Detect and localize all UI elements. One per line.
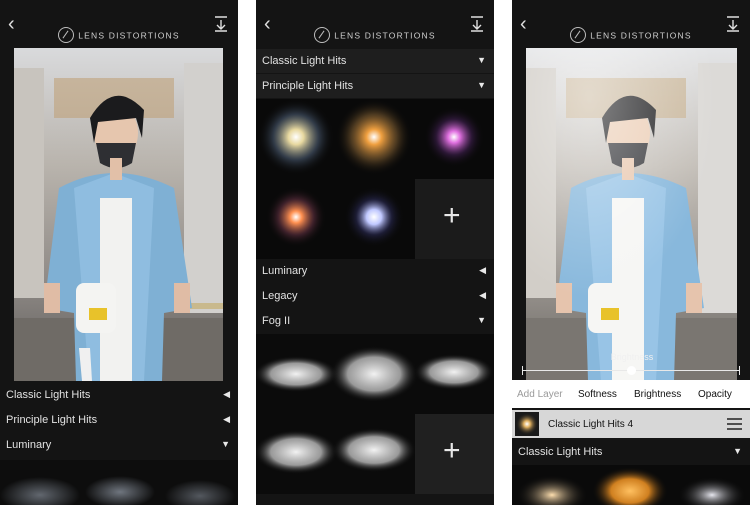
top-bar: ‹ LENS DISTORTIONS bbox=[512, 0, 750, 50]
category-label: Principle Light Hits bbox=[262, 80, 354, 92]
category-row[interactable]: Legacy ◀ bbox=[256, 284, 494, 308]
app-title: LENS DISTORTIONS bbox=[256, 27, 494, 44]
photo-canvas[interactable] bbox=[14, 48, 223, 381]
effect-thumbnail[interactable] bbox=[424, 107, 484, 167]
brightness-slider-thumb[interactable] bbox=[626, 366, 636, 375]
tab-opacity[interactable]: Opacity bbox=[698, 389, 732, 400]
category-label: Principle Light Hits bbox=[6, 414, 98, 426]
plus-icon[interactable]: + bbox=[443, 199, 461, 233]
effect-thumbnails[interactable] bbox=[0, 460, 238, 505]
category-label: Classic Light Hits bbox=[518, 446, 603, 458]
category-row[interactable]: Fog II ▼ bbox=[256, 309, 494, 333]
category-label: Classic Light Hits bbox=[262, 55, 347, 67]
download-icon[interactable] bbox=[470, 16, 484, 32]
plus-icon[interactable]: + bbox=[443, 434, 461, 468]
collapse-arrow-icon: ◀ bbox=[479, 290, 486, 300]
expand-arrow-icon: ▼ bbox=[477, 315, 486, 325]
slider-tick bbox=[739, 366, 740, 375]
effect-thumbnail[interactable] bbox=[336, 99, 412, 175]
category-label: Legacy bbox=[262, 290, 298, 302]
fog-grid: + bbox=[256, 334, 494, 494]
expand-arrow-icon: ▼ bbox=[477, 80, 486, 90]
effect-thumbnail[interactable] bbox=[256, 356, 338, 392]
collapse-arrow-icon: ◀ bbox=[223, 414, 230, 424]
effect-thumbnail[interactable] bbox=[344, 187, 404, 247]
collapse-arrow-icon: ◀ bbox=[223, 389, 230, 399]
tab-brightness[interactable]: Brightness bbox=[634, 389, 681, 400]
app-title-text: LENS DISTORTIONS bbox=[590, 30, 692, 41]
layer-name: Classic Light Hits 4 bbox=[548, 419, 634, 430]
effect-thumbnail[interactable] bbox=[414, 354, 494, 390]
lens-distortions-logo-icon bbox=[570, 27, 587, 43]
category-row[interactable]: Principle Light Hits ▼ bbox=[256, 74, 494, 98]
tab-add-layer[interactable]: Add Layer bbox=[517, 389, 563, 400]
app-title-text: LENS DISTORTIONS bbox=[334, 30, 436, 41]
category-label: Luminary bbox=[6, 439, 52, 451]
slider-tick bbox=[522, 366, 523, 375]
download-icon[interactable] bbox=[726, 16, 740, 32]
slider-label: Brightness bbox=[610, 352, 654, 362]
layer-thumbnail bbox=[515, 412, 539, 436]
hamburger-menu-icon[interactable] bbox=[727, 418, 742, 430]
category-row[interactable]: Classic Light Hits ▼ bbox=[512, 440, 750, 464]
screen-main-editor: ‹ LENS DISTORTIONS Classic Light Hits ◀ … bbox=[0, 0, 238, 505]
category-label: Classic Light Hits bbox=[6, 389, 91, 401]
lens-distortions-logo-icon bbox=[58, 27, 75, 43]
effect-thumbnail[interactable] bbox=[330, 346, 418, 402]
category-row[interactable]: Classic Light Hits ▼ bbox=[256, 49, 494, 73]
expand-arrow-icon: ▼ bbox=[477, 55, 486, 65]
effect-thumbnail[interactable] bbox=[266, 187, 326, 247]
effect-thumbnails[interactable] bbox=[512, 465, 750, 505]
top-bar: ‹ LENS DISTORTIONS bbox=[0, 0, 238, 50]
top-bar: ‹ LENS DISTORTIONS bbox=[256, 0, 494, 50]
app-title-text: LENS DISTORTIONS bbox=[78, 30, 180, 41]
adjustment-tabs: Add Layer Softness Brightness Opacity bbox=[512, 380, 750, 408]
tab-softness[interactable]: Softness bbox=[578, 389, 617, 400]
screen-layer-adjust: ‹ LENS DISTORTIONS Brightness Add Layer … bbox=[512, 0, 750, 505]
category-label: Luminary bbox=[262, 265, 308, 277]
effect-thumbnail[interactable] bbox=[258, 99, 334, 175]
effect-thumbnail[interactable] bbox=[332, 428, 416, 472]
lens-distortions-logo-icon bbox=[314, 27, 331, 43]
category-row[interactable]: Principle Light Hits ◀ bbox=[0, 408, 238, 432]
app-title: LENS DISTORTIONS bbox=[512, 27, 750, 44]
category-row[interactable]: Classic Light Hits ◀ bbox=[0, 383, 238, 407]
light-hits-grid: + bbox=[256, 99, 494, 259]
category-row[interactable]: Luminary ▼ bbox=[0, 433, 238, 457]
expand-arrow-icon: ▼ bbox=[733, 446, 742, 456]
category-label: Fog II bbox=[262, 315, 291, 327]
collapse-arrow-icon: ◀ bbox=[479, 265, 486, 275]
layer-row[interactable]: Classic Light Hits 4 bbox=[512, 410, 750, 438]
effect-thumbnail[interactable] bbox=[256, 430, 338, 474]
category-row[interactable]: Luminary ◀ bbox=[256, 259, 494, 283]
download-icon[interactable] bbox=[214, 16, 228, 32]
photo-canvas[interactable] bbox=[526, 48, 737, 381]
expand-arrow-icon: ▼ bbox=[221, 439, 230, 449]
screen-effects-browser: ‹ LENS DISTORTIONS Classic Light Hits ▼ … bbox=[256, 0, 494, 505]
app-title: LENS DISTORTIONS bbox=[0, 27, 238, 44]
